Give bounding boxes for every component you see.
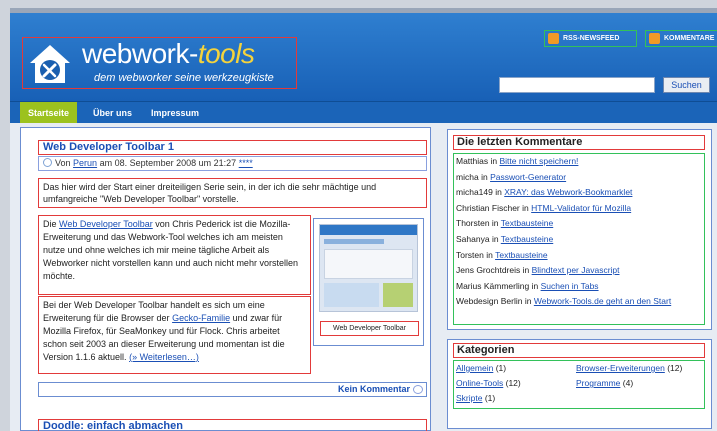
- toolbar-link[interactable]: Web Developer Toolbar: [59, 219, 153, 229]
- main-area: Web Developer Toolbar 1 Von Perun am 08.…: [10, 123, 717, 431]
- feed-links: RSS-NEWSFEED KOMMENTARE: [544, 30, 717, 48]
- comments-list: Matthias in Bitte nicht speichern! micha…: [453, 153, 705, 325]
- site-title: webwork-tools: [82, 38, 255, 69]
- list-item: Jens Grochtdreis in Blindtext per Javasc…: [456, 265, 620, 276]
- read-more-link[interactable]: (» Weiterlesen…): [129, 352, 199, 362]
- house-tools-logo-icon: [30, 45, 70, 83]
- list-item: micha in Passwort-Generator: [456, 171, 567, 182]
- comment-target-link[interactable]: Textbausteine: [501, 234, 553, 244]
- rss-icon: [649, 33, 660, 44]
- rss-icon: [548, 33, 559, 44]
- comment-target-link[interactable]: Blindtext per Javascript: [532, 265, 620, 275]
- page: webwork-tools dem webworker seine werkze…: [10, 8, 717, 431]
- author-link[interactable]: Perun: [73, 158, 97, 168]
- toolbar-screenshot-image: [319, 224, 418, 312]
- comment-target-link[interactable]: Passwort-Generator: [490, 172, 566, 182]
- comment-target-link[interactable]: Bitte nicht speichern!: [500, 156, 579, 166]
- list-item: Torsten in Textbausteine: [456, 249, 548, 260]
- comment-target-link[interactable]: Textbausteine: [501, 218, 553, 228]
- comment-target-link[interactable]: XRAY: das Webwork-Bookmarklet: [504, 187, 632, 197]
- list-item: Programme (4): [576, 378, 634, 388]
- search-input[interactable]: [499, 77, 655, 93]
- comment-count-link[interactable]: Kein Kommentar: [38, 382, 427, 397]
- sidebar: Die letzten Kommentare Matthias in Bitte…: [441, 127, 712, 431]
- list-item: Matthias in Bitte nicht speichern!: [456, 156, 579, 166]
- categories-panel: Kategorien Allgemein (1) Browser-Erweite…: [447, 339, 712, 429]
- comment-bubble-icon: [413, 385, 423, 394]
- search-button[interactable]: Suchen: [663, 77, 710, 93]
- post-title-link[interactable]: Web Developer Toolbar 1: [38, 140, 427, 155]
- categories-title: Kategorien: [453, 343, 705, 358]
- site-header: webwork-tools dem webworker seine werkze…: [10, 13, 717, 101]
- categories-list: Allgemein (1) Browser-Erweiterungen (12)…: [453, 360, 705, 409]
- permalink[interactable]: ****: [239, 158, 253, 168]
- post-paragraph-2: Bei der Web Developer Toolbar handelt es…: [38, 296, 311, 374]
- post-intro: Das hier wird der Start einer dreiteilig…: [38, 178, 427, 208]
- main-nav: Startseite Über uns Impressum: [10, 101, 717, 124]
- list-item: Sahanya in Textbausteine: [456, 233, 554, 244]
- comment-target-link[interactable]: Suchen in Tabs: [541, 281, 599, 291]
- list-item: Browser-Erweiterungen (12): [576, 363, 683, 373]
- list-item: Allgemein (1): [456, 363, 507, 373]
- nav-ueber-uns[interactable]: Über uns: [85, 102, 140, 124]
- content-column: Web Developer Toolbar 1 Von Perun am 08.…: [20, 127, 431, 431]
- nav-impressum[interactable]: Impressum: [143, 102, 207, 124]
- post-paragraph-1: Die Web Developer Toolbar von Chris Pede…: [38, 215, 311, 295]
- category-link[interactable]: Online-Tools: [456, 378, 503, 388]
- post2-title-link[interactable]: Doodle: einfach abmachen: [38, 419, 427, 431]
- gecko-link[interactable]: Gecko-Familie: [172, 313, 230, 323]
- comment-target-link[interactable]: Webwork-Tools.de geht an den Start: [534, 296, 671, 306]
- post-meta: Von Perun am 08. September 2008 um 21:27…: [38, 156, 427, 171]
- image-caption: Web Developer Toolbar: [320, 321, 419, 336]
- list-item: Thorsten in Textbausteine: [456, 218, 554, 229]
- list-item: Skripte (1): [456, 393, 496, 403]
- site-tagline: dem webworker seine werkzeugkiste: [94, 72, 274, 84]
- list-item: Christian Fischer in HTML-Validator für …: [456, 202, 632, 213]
- list-item: Webdesign Berlin in Webwork-Tools.de geh…: [456, 296, 672, 307]
- comment-target-link[interactable]: Textbausteine: [495, 250, 547, 260]
- comments-feed-link[interactable]: KOMMENTARE: [645, 30, 717, 47]
- category-link[interactable]: Allgemein: [456, 363, 493, 373]
- list-item: micha149 in XRAY: das Webwork-Bookmarkle…: [456, 187, 633, 198]
- category-link[interactable]: Programme: [576, 378, 620, 388]
- clock-icon: [43, 158, 52, 167]
- rss-feed-link[interactable]: RSS-NEWSFEED: [544, 30, 637, 47]
- recent-comments-panel: Die letzten Kommentare Matthias in Bitte…: [447, 129, 712, 330]
- recent-comments-title: Die letzten Kommentare: [453, 135, 705, 150]
- list-item: Marius Kämmerling in Suchen in Tabs: [456, 280, 599, 291]
- category-link[interactable]: Skripte: [456, 393, 482, 403]
- nav-startseite[interactable]: Startseite: [20, 102, 78, 124]
- list-item: Online-Tools (12): [456, 378, 521, 388]
- category-link[interactable]: Browser-Erweiterungen: [576, 363, 665, 373]
- post-image-box[interactable]: Web Developer Toolbar: [313, 218, 424, 346]
- comment-target-link[interactable]: HTML-Validator für Mozilla: [531, 203, 631, 213]
